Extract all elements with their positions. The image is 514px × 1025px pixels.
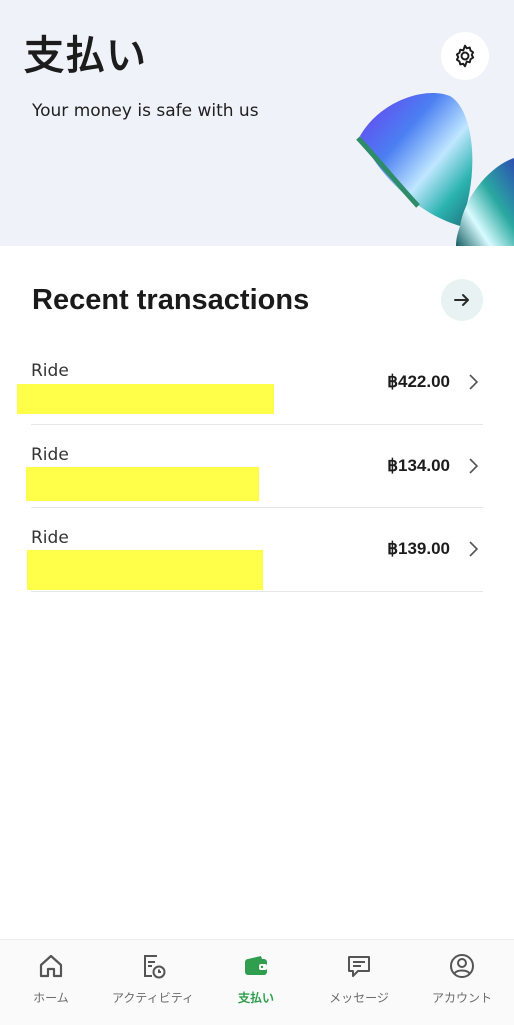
nav-label: ホーム — [33, 991, 69, 1005]
chevron-right-icon — [469, 458, 479, 474]
nav-label: 支払い — [237, 991, 274, 1005]
section-title: Recent transactions — [32, 284, 310, 316]
nav-item-account[interactable]: アカウント — [411, 940, 513, 1025]
transaction-row[interactable]: Ride ฿134.00 — [0, 425, 514, 509]
gear-icon — [455, 44, 475, 68]
nav-label: アカウント — [431, 991, 492, 1005]
transaction-amount: ฿422.00 — [387, 372, 450, 391]
divider — [31, 591, 483, 592]
redacted-details — [17, 384, 274, 414]
page-title: 支払い — [24, 33, 147, 79]
activity-icon — [144, 955, 166, 979]
transaction-row[interactable]: Ride ฿422.00 — [0, 341, 514, 425]
page-subtitle: Your money is safe with us — [32, 101, 259, 121]
decorative-feather-illustration — [356, 92, 514, 246]
redacted-details — [26, 467, 259, 501]
see-all-transactions-button[interactable] — [441, 279, 483, 321]
chevron-right-icon — [469, 541, 479, 557]
bottom-navigation: ホーム アクティビティ 支払い メッセージ アカウント — [0, 939, 514, 1025]
nav-item-payment[interactable]: 支払い — [205, 940, 307, 1025]
home-icon — [39, 954, 63, 978]
chevron-right-icon — [469, 374, 479, 390]
settings-button[interactable] — [441, 32, 489, 80]
wallet-icon — [245, 956, 267, 975]
message-icon — [348, 956, 370, 977]
nav-item-messages[interactable]: メッセージ — [308, 940, 410, 1025]
nav-item-activity[interactable]: アクティビティ — [102, 940, 204, 1025]
redacted-details — [27, 550, 263, 590]
hero-banner: 支払い Your money is safe with us — [0, 0, 514, 246]
nav-item-home[interactable]: ホーム — [0, 940, 102, 1025]
transaction-amount: ฿134.00 — [387, 456, 450, 475]
arrow-right-icon — [454, 294, 469, 306]
transaction-type: Ride — [31, 361, 69, 381]
account-icon — [450, 954, 474, 978]
nav-label: アクティビティ — [112, 991, 194, 1005]
transaction-type: Ride — [31, 528, 69, 548]
transaction-type: Ride — [31, 445, 69, 465]
transaction-row[interactable]: Ride ฿139.00 — [0, 508, 514, 592]
transaction-amount: ฿139.00 — [387, 539, 450, 558]
nav-label: メッセージ — [329, 991, 389, 1005]
